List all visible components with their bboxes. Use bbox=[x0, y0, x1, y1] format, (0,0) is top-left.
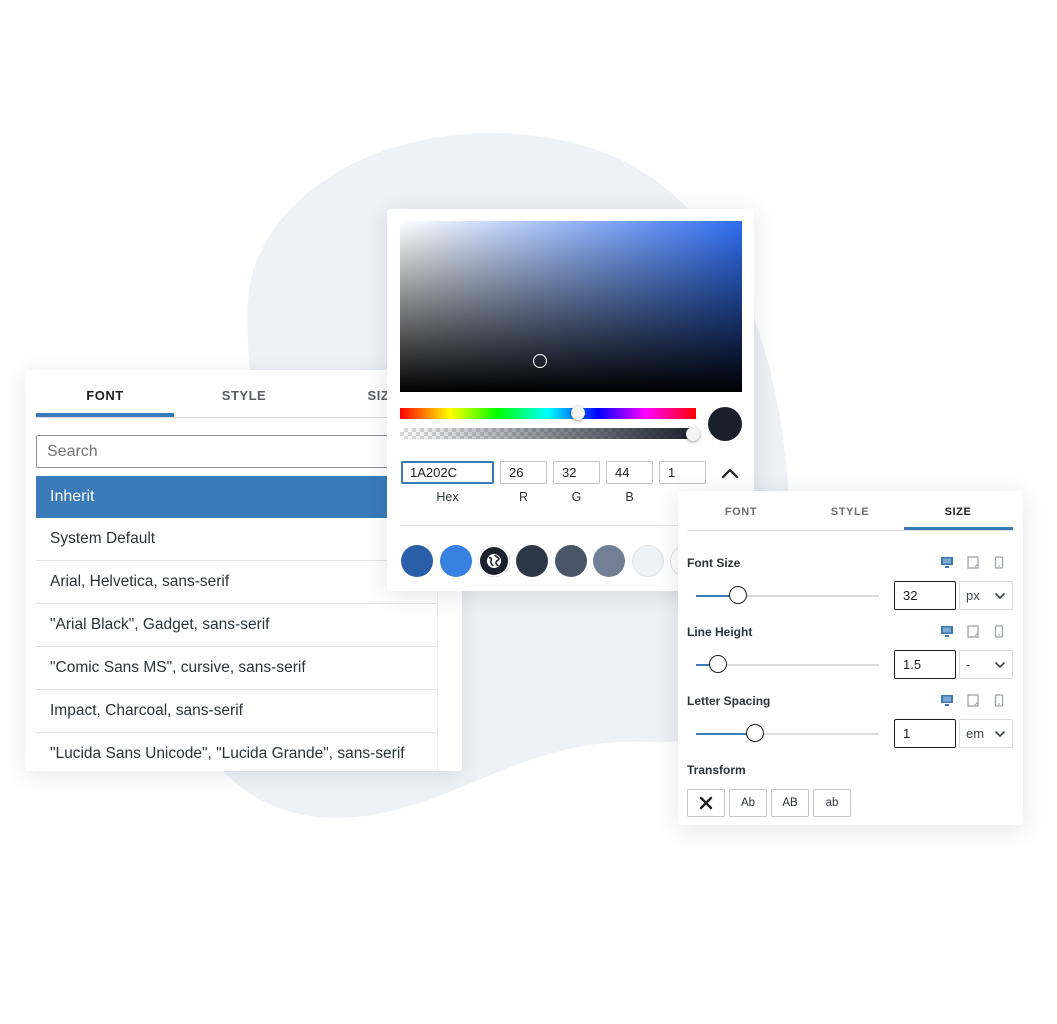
chevron-down-icon bbox=[994, 592, 1006, 599]
hue-slider[interactable] bbox=[400, 408, 696, 419]
swatch-color[interactable] bbox=[440, 545, 472, 577]
line-height-label: Line Height bbox=[687, 625, 753, 639]
font-option[interactable]: "Arial Black", Gadget, sans-serif bbox=[36, 604, 436, 647]
line-height-slider[interactable] bbox=[696, 655, 879, 673]
letter-spacing-input[interactable] bbox=[894, 719, 956, 748]
swatch-color[interactable] bbox=[632, 545, 664, 577]
tablet-icon[interactable] bbox=[966, 693, 980, 707]
desktop-icon[interactable] bbox=[940, 693, 954, 707]
alpha-slider[interactable] bbox=[400, 428, 696, 439]
swatch-color[interactable] bbox=[555, 545, 587, 577]
letter-spacing-unit-select[interactable]: em bbox=[959, 719, 1013, 748]
unit-label: - bbox=[966, 657, 971, 672]
close-icon bbox=[699, 796, 713, 810]
active-tab-indicator bbox=[36, 413, 174, 417]
transform-lowercase-button[interactable]: ab bbox=[813, 789, 851, 817]
blue-input[interactable] bbox=[606, 461, 653, 484]
line-height-unit-select[interactable]: - bbox=[959, 650, 1013, 679]
transform-capitalize-button[interactable]: Ab bbox=[729, 789, 767, 817]
mobile-icon[interactable] bbox=[992, 693, 1006, 707]
hex-label: Hex bbox=[436, 490, 459, 504]
transform-label: Transform bbox=[687, 763, 746, 777]
mobile-icon[interactable] bbox=[992, 624, 1006, 638]
letter-spacing-label: Letter Spacing bbox=[687, 694, 771, 708]
font-size-input[interactable] bbox=[894, 581, 956, 610]
saturation-handle[interactable] bbox=[533, 354, 547, 368]
font-size-slider-thumb[interactable] bbox=[729, 586, 748, 604]
tab-font[interactable]: FONT bbox=[687, 506, 795, 518]
red-label: R bbox=[518, 490, 529, 504]
swatch-global-color[interactable] bbox=[478, 545, 510, 577]
size-panel-tabs: FONT STYLE SIZE bbox=[687, 491, 1013, 531]
swatch-color[interactable] bbox=[593, 545, 625, 577]
letter-spacing-slider[interactable] bbox=[696, 724, 879, 742]
font-list: Inherit System Default Arial, Helvetica,… bbox=[36, 476, 436, 771]
active-tab-indicator bbox=[904, 527, 1013, 530]
alpha-slider-handle[interactable] bbox=[686, 427, 700, 441]
font-option[interactable]: Impact, Charcoal, sans-serif bbox=[36, 690, 436, 733]
font-option[interactable]: "Lucida Sans Unicode", "Lucida Grande", … bbox=[36, 733, 436, 771]
letter-spacing-device-switcher bbox=[940, 693, 1006, 707]
green-label: G bbox=[571, 490, 582, 504]
saturation-area[interactable] bbox=[400, 221, 742, 392]
chevron-up-icon[interactable] bbox=[718, 463, 742, 483]
font-option[interactable]: System Default bbox=[36, 518, 436, 561]
chevron-down-icon bbox=[994, 661, 1006, 668]
tab-style[interactable]: STYLE bbox=[796, 506, 904, 518]
font-search-input[interactable] bbox=[36, 435, 446, 468]
tablet-icon[interactable] bbox=[966, 624, 980, 638]
red-input[interactable] bbox=[500, 461, 547, 484]
mobile-icon[interactable] bbox=[992, 555, 1006, 569]
font-size-device-switcher bbox=[940, 555, 1006, 569]
font-size-label: Font Size bbox=[687, 556, 741, 570]
line-height-slider-thumb[interactable] bbox=[708, 655, 727, 673]
alpha-input[interactable] bbox=[659, 461, 706, 484]
tablet-icon[interactable] bbox=[966, 555, 980, 569]
tab-style[interactable]: STYLE bbox=[175, 388, 313, 403]
swatch-color[interactable] bbox=[516, 545, 548, 577]
hue-slider-handle[interactable] bbox=[570, 406, 585, 420]
line-height-device-switcher bbox=[940, 624, 1006, 638]
desktop-icon[interactable] bbox=[940, 555, 954, 569]
font-size-unit-select[interactable]: px bbox=[959, 581, 1013, 610]
font-option-inherit[interactable]: Inherit bbox=[36, 476, 436, 518]
tab-size[interactable]: SIZE bbox=[904, 506, 1012, 518]
font-option[interactable]: Arial, Helvetica, sans-serif bbox=[36, 561, 436, 604]
transform-none-button[interactable] bbox=[687, 789, 725, 817]
hex-input[interactable] bbox=[401, 461, 494, 484]
letter-spacing-slider-thumb[interactable] bbox=[745, 724, 764, 742]
color-preview-swatch bbox=[708, 407, 742, 441]
transform-uppercase-button[interactable]: AB bbox=[771, 789, 809, 817]
font-option[interactable]: "Comic Sans MS", cursive, sans-serif bbox=[36, 647, 436, 690]
desktop-icon[interactable] bbox=[940, 624, 954, 638]
swatch-color[interactable] bbox=[401, 545, 433, 577]
line-height-input[interactable] bbox=[894, 650, 956, 679]
green-input[interactable] bbox=[553, 461, 600, 484]
chevron-down-icon bbox=[994, 730, 1006, 737]
unit-label: em bbox=[966, 726, 985, 741]
blue-label: B bbox=[625, 490, 634, 504]
font-size-panel: FONT STYLE SIZE Font Size px Line Height… bbox=[678, 491, 1023, 825]
font-size-slider[interactable] bbox=[696, 586, 879, 604]
globe-icon bbox=[487, 554, 501, 568]
tab-font[interactable]: FONT bbox=[36, 388, 174, 403]
unit-label: px bbox=[966, 588, 980, 603]
